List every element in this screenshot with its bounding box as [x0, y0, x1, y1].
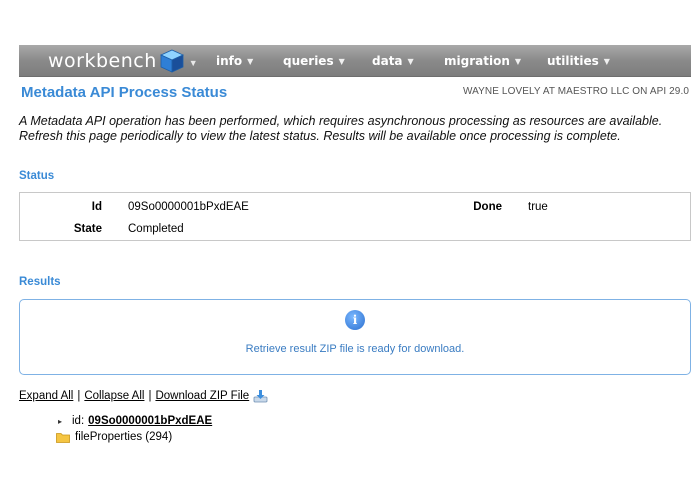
intro-text: A Metadata API operation has been perfor… [19, 114, 663, 143]
chevron-down-icon: ▼ [247, 56, 254, 66]
state-value: Completed [128, 223, 184, 235]
nav-item-label: data [372, 54, 403, 68]
chevron-down-icon: ▼ [407, 56, 414, 66]
id-label: Id [91, 201, 102, 213]
chevron-down-icon: ▼ [514, 56, 522, 66]
separator: | [77, 390, 81, 402]
folder-icon [56, 432, 70, 443]
tree-node-fileproperties[interactable]: fileProperties (294) [56, 429, 212, 445]
nav-item-queries[interactable]: queries ▼ [283, 45, 345, 77]
nav-item-data[interactable]: data ▼ [372, 45, 414, 77]
brand-logo[interactable]: workbench ▼ [48, 48, 198, 74]
result-tree: ▸ id: 09So0000001bPxdEAE fileProperties … [56, 413, 212, 445]
brand-name: workbench [48, 50, 157, 72]
results-message: Retrieve result ZIP file is ready for do… [245, 343, 465, 355]
nav-item-label: queries [283, 54, 334, 68]
tree-id-value[interactable]: 09So0000001bPxdEAE [88, 415, 212, 427]
info-icon: i [345, 310, 365, 330]
tree-id-label: id: [72, 415, 85, 427]
expand-all-link[interactable]: Expand All [19, 390, 73, 402]
nav-item-label: utilities [547, 54, 599, 68]
status-table: Id 09So0000001bPxdEAE Done true State Co… [19, 192, 691, 241]
download-icon[interactable] [253, 389, 268, 403]
download-zip-link[interactable]: Download ZIP File [155, 390, 249, 402]
nav-item-info[interactable]: info ▼ [216, 45, 253, 77]
user-info: WAYNE LOVELY AT MAESTRO LLC ON API 29.0 [462, 86, 689, 97]
results-heading: Results [19, 276, 61, 288]
results-message-box: i Retrieve result ZIP file is ready for … [19, 299, 691, 375]
done-value: true [528, 201, 548, 213]
expand-arrow-icon[interactable]: ▸ [58, 417, 72, 426]
collapse-all-link[interactable]: Collapse All [84, 390, 144, 402]
cube-icon [159, 49, 184, 73]
nav-item-utilities[interactable]: utilities ▼ [547, 45, 610, 77]
id-value: 09So0000001bPxdEAE [128, 201, 249, 213]
result-actions: Expand All | Collapse All | Download ZIP… [19, 389, 268, 403]
page-title: Metadata API Process Status [21, 84, 228, 101]
separator: | [148, 390, 152, 402]
tree-fileproperties-label: fileProperties (294) [75, 431, 173, 443]
chevron-down-icon: ▼ [338, 56, 345, 66]
chevron-down-icon: ▼ [188, 57, 198, 68]
nav-item-migration[interactable]: migration ▼ [444, 45, 521, 77]
nav-item-label: migration [444, 54, 510, 68]
navbar: workbench ▼ info ▼ queries ▼ data ▼ migr… [19, 45, 691, 77]
done-label: Done [473, 201, 502, 213]
tree-node-id[interactable]: ▸ id: 09So0000001bPxdEAE [56, 413, 212, 429]
state-label: State [73, 223, 102, 235]
nav-item-label: info [216, 54, 243, 68]
status-heading: Status [19, 170, 55, 182]
chevron-down-icon: ▼ [603, 56, 610, 66]
